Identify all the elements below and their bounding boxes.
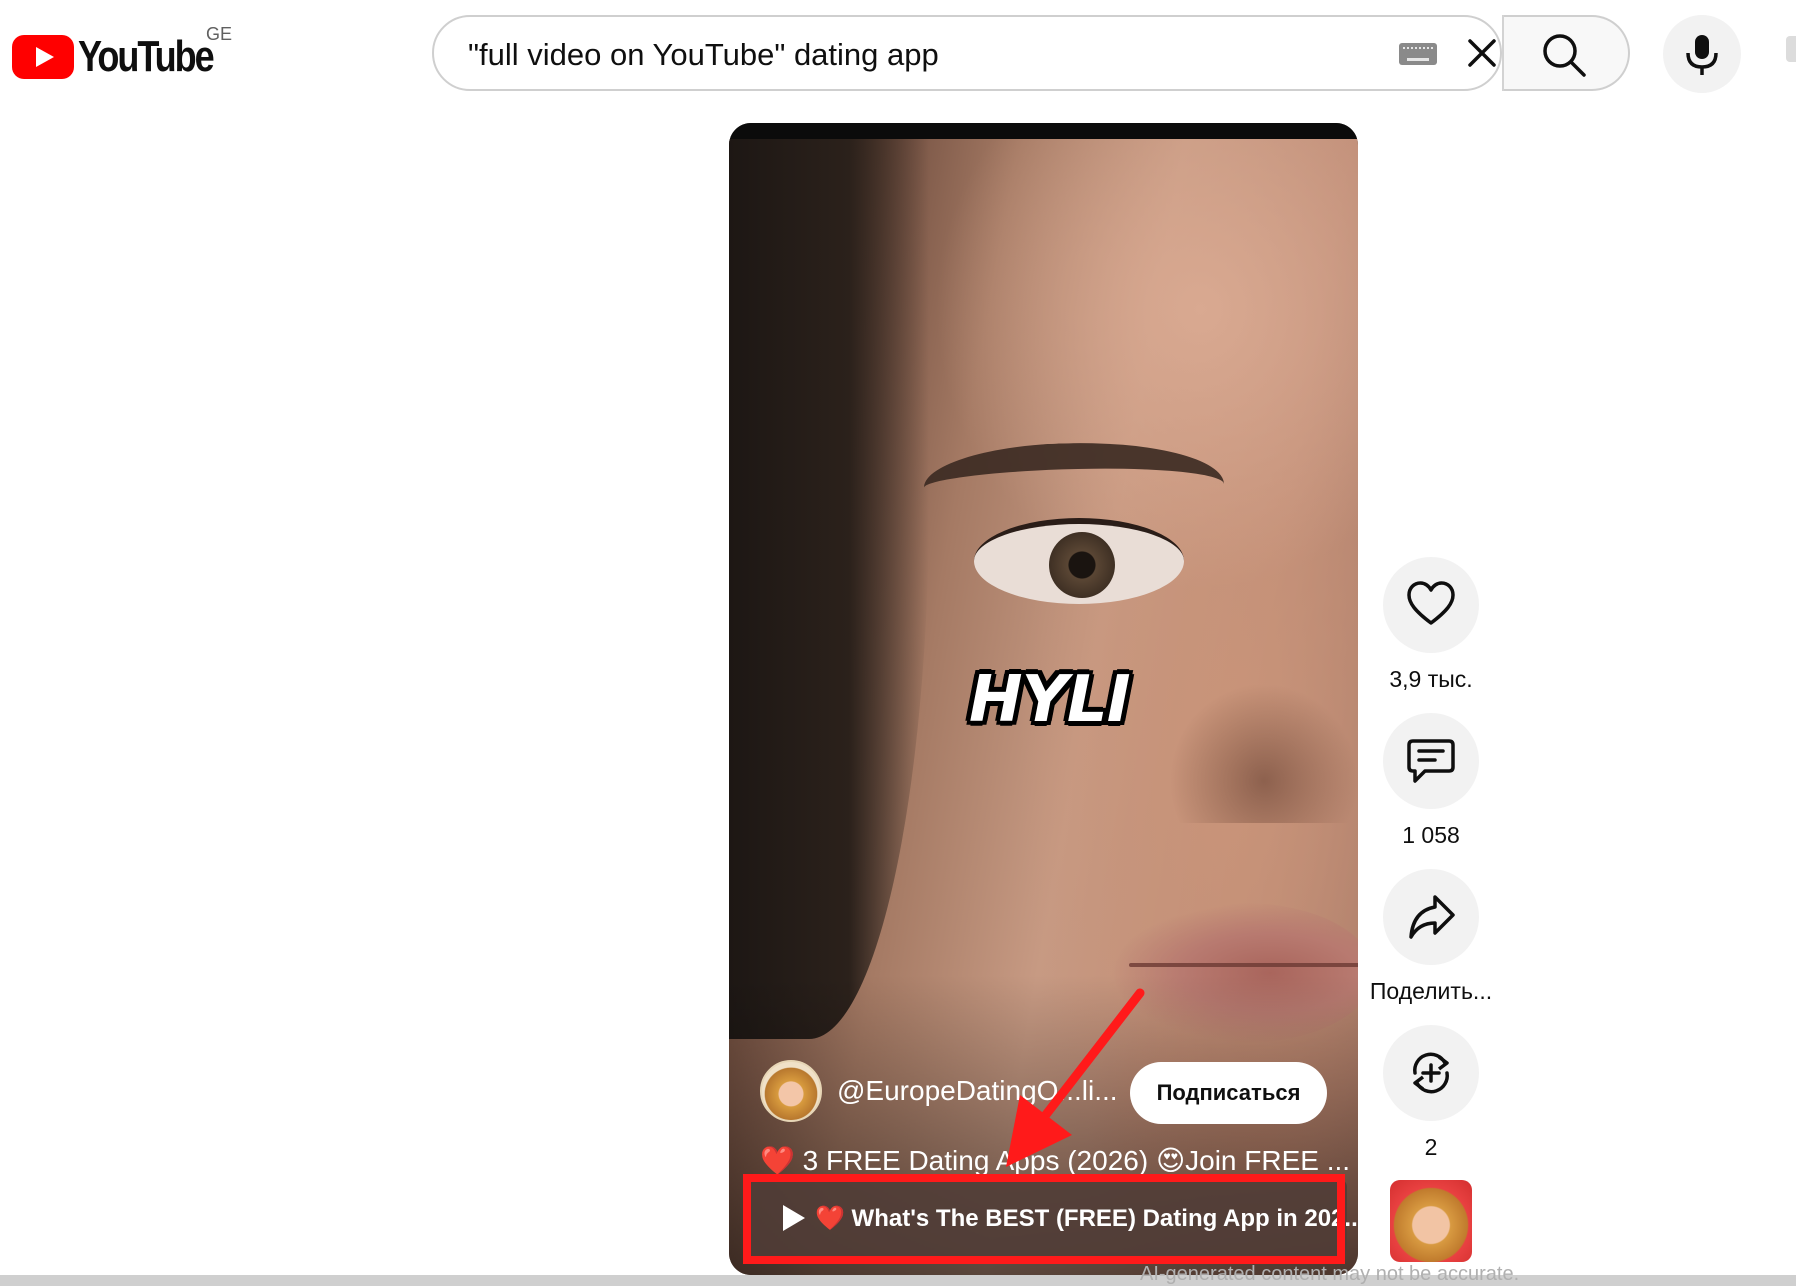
search-box[interactable]: "full video on YouTube" dating app [432,15,1502,91]
comment-count: 1 058 [1402,822,1460,848]
search-input[interactable]: "full video on YouTube" dating app [468,37,939,73]
keyboard-icon[interactable] [1399,43,1437,65]
comment-icon [1407,739,1455,783]
share-label: Поделить... [1369,978,1493,1004]
video-top-bar [729,123,1358,139]
heart-icon [1407,581,1455,625]
channel-avatar[interactable] [760,1060,822,1122]
comments-button[interactable] [1383,713,1479,809]
subscribe-button[interactable]: Подписаться [1130,1062,1327,1124]
remix-button[interactable] [1383,1025,1479,1121]
search-button[interactable] [1502,15,1630,91]
share-icon [1409,895,1455,939]
like-count: 3,9 тыс. [1389,666,1473,692]
region-code: GE [206,24,233,44]
search-icon [1543,34,1586,77]
logo-text: YouTube [78,32,215,81]
video-caption: HYLI [969,663,1130,737]
video-eye [974,518,1184,604]
video-iris [1049,532,1115,598]
youtube-play-icon [12,35,74,79]
bottom-scrollbar[interactable] [0,1275,1796,1286]
video-lipline [1129,963,1358,967]
youtube-logo[interactable]: YouTube GE [12,24,242,82]
like-button[interactable] [1383,557,1479,653]
annotation-highlight-box [743,1174,1345,1264]
share-button[interactable] [1383,869,1479,965]
remix-icon [1413,1052,1449,1094]
voice-search-button[interactable] [1663,15,1741,93]
ai-disclaimer: AI-generated content may not be accurate… [1140,1263,1520,1285]
sound-thumbnail[interactable] [1390,1180,1472,1262]
remix-count: 2 [1424,1134,1438,1160]
avatar-edge[interactable] [1786,36,1796,62]
video-nose-shadow [1169,683,1358,823]
annotation-arrow-icon [1006,988,1145,1167]
microphone-icon [1686,35,1718,75]
search-divider [1502,15,1504,91]
